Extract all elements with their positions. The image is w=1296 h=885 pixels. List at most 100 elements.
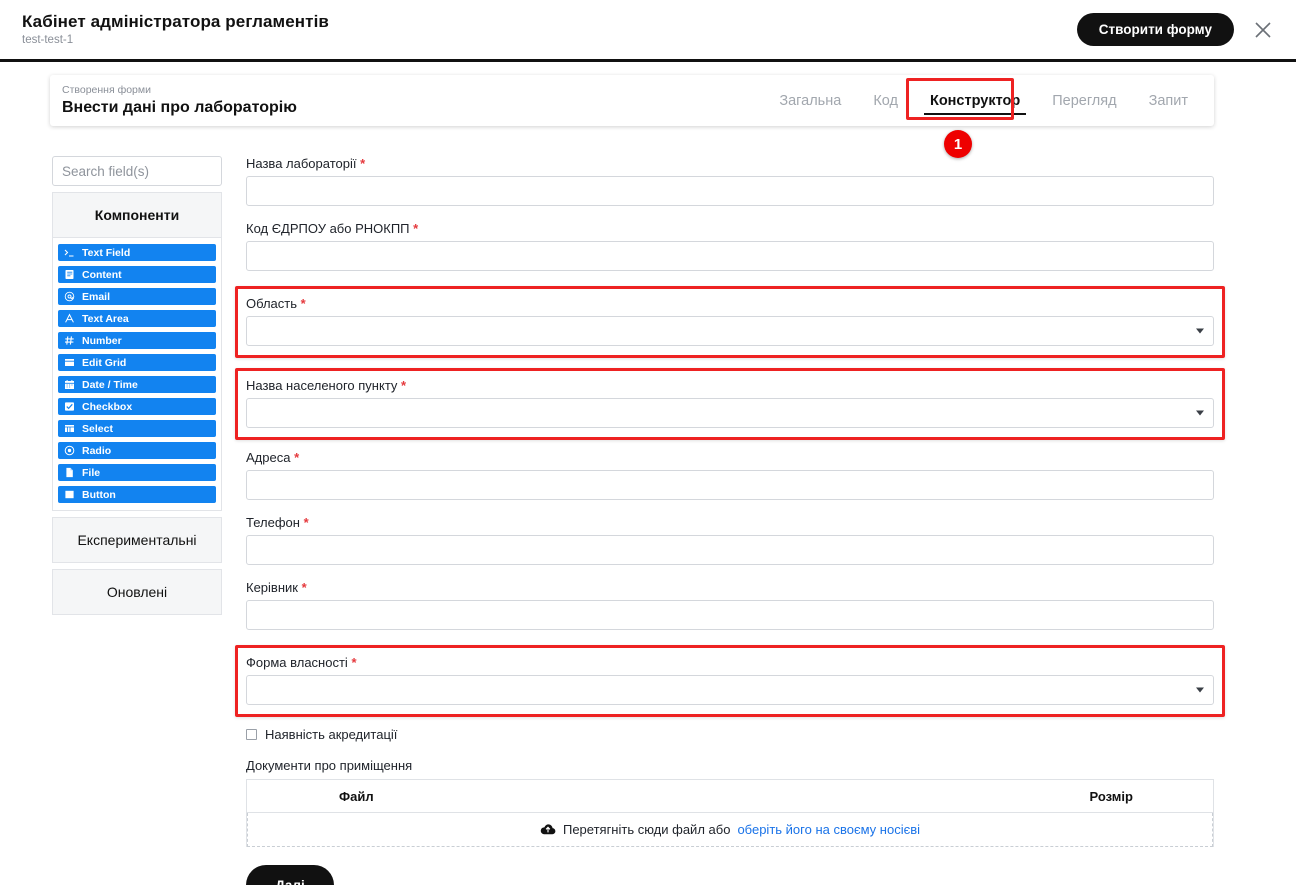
file-dropzone[interactable]: Перетягніть сюди файл або оберіть його н…	[247, 813, 1213, 847]
palette-group-body: Text Field Content Email Text Area Numbe…	[52, 238, 222, 511]
cloud-upload-icon	[540, 823, 556, 836]
tab-label: Запит	[1148, 92, 1188, 109]
form-tabs: Загальна Код Конструктор Перегляд Запит	[763, 87, 1214, 115]
phone-input[interactable]	[246, 535, 1214, 565]
palette-group-header[interactable]: Компоненти	[52, 192, 222, 238]
palette-item-date-time[interactable]: Date / Time	[58, 376, 216, 393]
documents-section-label: Документи про приміщення	[246, 758, 413, 773]
palette-group-updated[interactable]: Оновлені	[52, 569, 222, 615]
field-director: Керівник *	[246, 580, 1214, 630]
tab-kod[interactable]: Код	[857, 87, 914, 115]
palette-item-edit-grid[interactable]: Edit Grid	[58, 354, 216, 371]
palette-item-label: Text Area	[82, 312, 129, 325]
field-label-text: Телефон	[246, 515, 300, 530]
field-label: Адреса *	[246, 450, 1214, 465]
tab-label: Перегляд	[1052, 92, 1117, 109]
palette-item-radio[interactable]: Radio	[58, 442, 216, 459]
palette-item-label: Number	[82, 334, 122, 347]
form-header-kicker: Створення форми	[62, 83, 151, 96]
palette-group-components: Компоненти Text Field Content Email Text…	[52, 192, 222, 511]
search-input[interactable]	[52, 156, 222, 186]
laboratory-name-input[interactable]	[246, 176, 1214, 206]
required-marker: *	[413, 221, 419, 236]
component-palette: Компоненти Text Field Content	[52, 156, 222, 615]
field-label-text: Форма власності	[246, 655, 348, 670]
dropzone-text: Перетягніть сюди файл або	[562, 822, 731, 837]
required-marker: *	[401, 378, 407, 393]
ownership-form-select[interactable]	[246, 675, 1214, 705]
dropzone-browse-link[interactable]: оберіть його на своєму носієві	[737, 822, 920, 837]
chevron-down-icon	[1196, 328, 1204, 334]
tab-zapyt[interactable]: Запит	[1133, 87, 1204, 115]
edrpou-code-input[interactable]	[246, 241, 1214, 271]
oblast-select[interactable]	[246, 316, 1214, 346]
form-header-card: Створення форми Внести дані про лаборато…	[50, 75, 1214, 126]
column-header-file: Файл	[339, 788, 374, 804]
close-icon[interactable]	[1250, 17, 1276, 43]
required-marker: *	[300, 296, 306, 311]
palette-item-number[interactable]: Number	[58, 332, 216, 349]
field-label: Код ЄДРПОУ або РНОКПП *	[246, 221, 1214, 236]
palette-item-button[interactable]: Button	[58, 486, 216, 503]
documents-file-table: Файл Розмір Перетягніть сюди файл або об…	[246, 779, 1214, 847]
terminal-prompt-icon	[64, 247, 75, 258]
create-form-button[interactable]: Створити форму	[1076, 13, 1234, 46]
checkbox-icon	[64, 401, 75, 412]
director-input[interactable]	[246, 600, 1214, 630]
callout-badge-1: 1	[944, 130, 972, 158]
palette-item-text-field[interactable]: Text Field	[58, 244, 216, 261]
required-marker: *	[301, 580, 307, 595]
field-label-text: Область	[246, 296, 298, 311]
palette-item-select[interactable]: Select	[58, 420, 216, 437]
column-header-size: Розмір	[1089, 788, 1133, 804]
highlight-box-oblast: Область *	[235, 286, 1225, 358]
accreditation-checkbox[interactable]	[246, 729, 257, 740]
tab-zagalna[interactable]: Загальна	[763, 87, 857, 115]
page-title: Внести дані про лабораторію	[62, 98, 297, 116]
form-header-text: Створення форми Внести дані про лаборато…	[50, 84, 297, 118]
square-icon	[64, 489, 75, 500]
tab-label: Загальна	[779, 92, 842, 109]
field-label: Форма власності *	[246, 655, 1214, 670]
field-label: Назва лабораторії *	[246, 156, 1214, 171]
app-header-actions: Створити форму	[1076, 13, 1296, 46]
palette-item-email[interactable]: Email	[58, 288, 216, 305]
palette-item-file[interactable]: File	[58, 464, 216, 481]
palette-item-content[interactable]: Content	[58, 266, 216, 283]
field-label: Телефон *	[246, 515, 1214, 530]
field-ownership-form: Форма власності *	[246, 655, 1214, 705]
required-marker: *	[294, 450, 300, 465]
highlight-box-ownership: Форма власності *	[235, 645, 1225, 717]
palette-item-text-area[interactable]: Text Area	[58, 310, 216, 327]
palette-item-label: Date / Time	[82, 378, 138, 391]
accreditation-checkbox-label: Наявність акредитації	[265, 727, 398, 742]
palette-item-label: Text Field	[82, 246, 131, 259]
tab-label: Код	[873, 92, 898, 109]
accreditation-checkbox-row[interactable]: Наявність акредитації	[246, 727, 1214, 742]
radio-dot-icon	[64, 445, 75, 456]
field-label-text: Код ЄДРПОУ або РНОКПП	[246, 221, 410, 236]
field-edrpou-code: Код ЄДРПОУ або РНОКПП *	[246, 221, 1214, 271]
next-button[interactable]: Далі	[246, 865, 334, 885]
required-marker: *	[303, 515, 309, 530]
app-header-titles: Кабінет адміністратора регламентів test-…	[0, 11, 329, 48]
hash-icon	[64, 335, 75, 346]
field-label-text: Адреса	[246, 450, 291, 465]
tab-konstruktor[interactable]: Конструктор	[914, 87, 1036, 115]
calendar-icon	[64, 379, 75, 390]
select-list-icon	[64, 423, 75, 434]
field-label-text: Керівник	[246, 580, 298, 595]
field-label-text: Назва населеного пункту	[246, 378, 398, 393]
palette-item-label: Select	[82, 422, 113, 435]
field-label-text: Назва лабораторії	[246, 156, 357, 171]
required-marker: *	[351, 655, 357, 670]
palette-item-label: Edit Grid	[82, 356, 127, 369]
palette-group-experimental[interactable]: Експериментальні	[52, 517, 222, 563]
palette-item-label: Checkbox	[82, 400, 133, 413]
tab-pereglyad[interactable]: Перегляд	[1036, 87, 1132, 115]
settlement-name-select[interactable]	[246, 398, 1214, 428]
palette-item-checkbox[interactable]: Checkbox	[58, 398, 216, 415]
chevron-down-icon	[1196, 410, 1204, 416]
address-input[interactable]	[246, 470, 1214, 500]
at-sign-icon	[64, 291, 75, 302]
